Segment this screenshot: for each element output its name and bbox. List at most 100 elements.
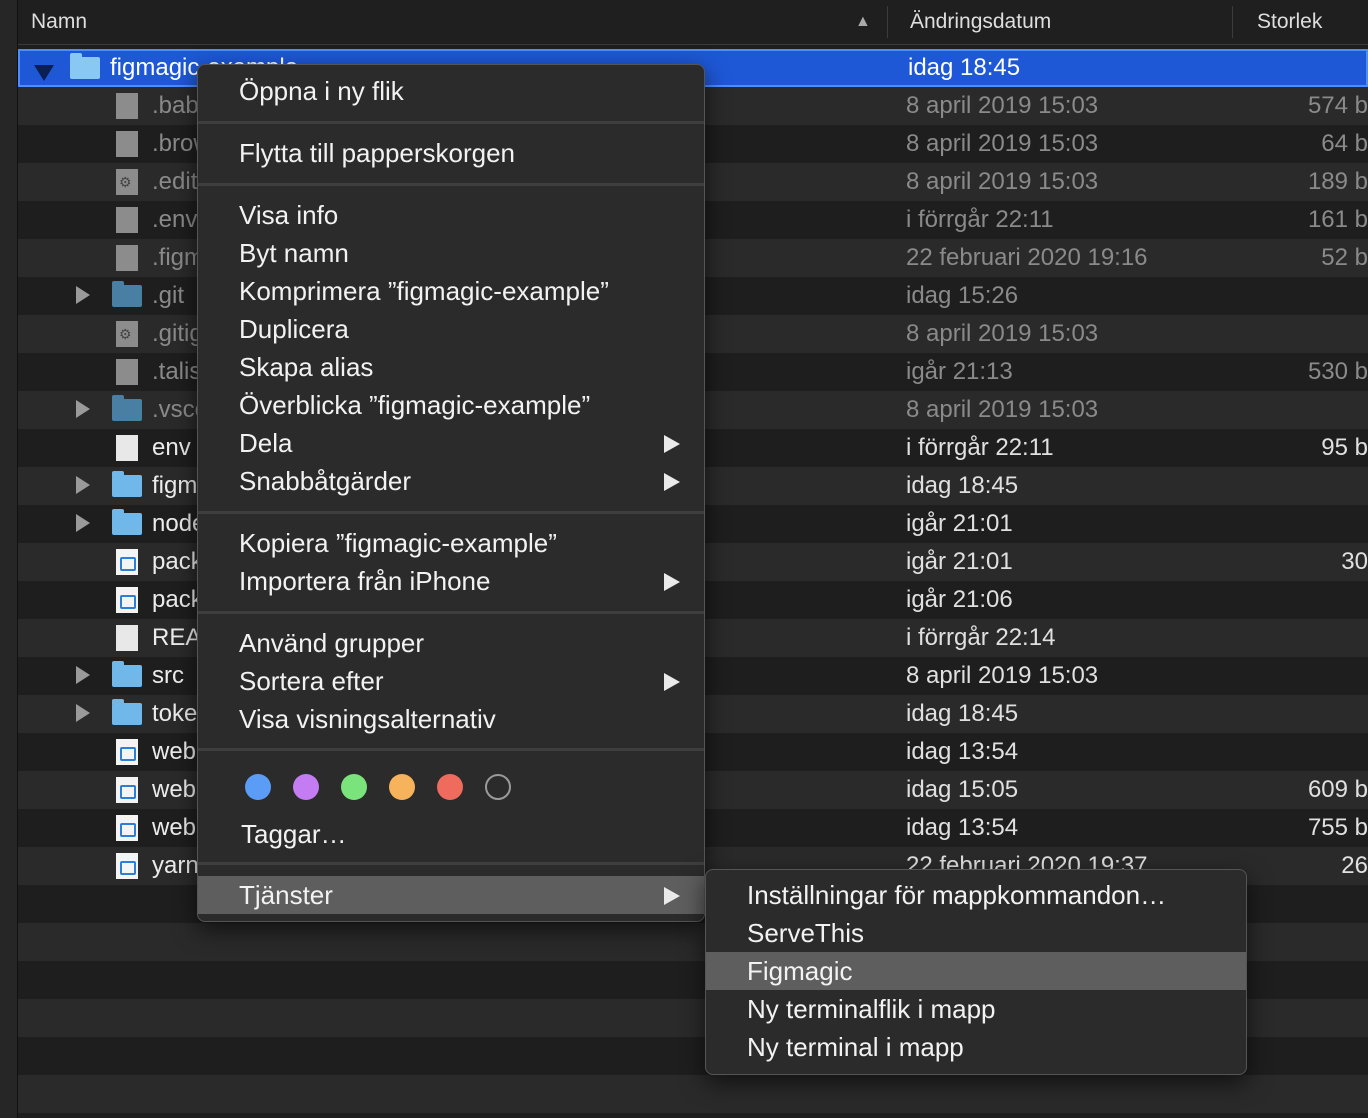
menu-item-use-groups[interactable]: Använd grupper xyxy=(198,624,704,662)
name-column-header[interactable]: Namn xyxy=(31,0,87,44)
menu-item-label: Dela xyxy=(239,428,293,458)
sidebar-edge xyxy=(0,0,18,1118)
vscode-file-icon xyxy=(116,853,138,879)
file-date: i förrgår 22:11 xyxy=(906,434,1054,461)
file-date: idag 18:45 xyxy=(906,700,1019,727)
submenu-arrow-icon xyxy=(664,887,680,905)
file-size: 161 b xyxy=(1307,206,1368,233)
menu-item-label: Byt namn xyxy=(239,238,349,268)
tag-color-icon[interactable] xyxy=(389,774,415,800)
file-date: idag 15:26 xyxy=(906,282,1019,309)
file-date: igår 21:01 xyxy=(906,548,1013,575)
submenu-arrow-icon xyxy=(664,673,680,691)
folder-icon xyxy=(112,509,142,535)
gear-file-icon xyxy=(116,169,138,195)
file-size: 52 b xyxy=(1321,244,1368,271)
menu-item-quick-actions[interactable]: Snabbåtgärder xyxy=(198,462,704,500)
file-date: 8 april 2019 15:03 xyxy=(906,168,1099,195)
sort-ascending-icon[interactable]: ▲ xyxy=(855,0,871,44)
menu-item-label: Figmagic xyxy=(747,956,853,986)
tag-color-icon[interactable] xyxy=(437,774,463,800)
file-size: 26 xyxy=(1341,852,1368,879)
column-divider[interactable] xyxy=(887,6,888,38)
service-folder-actions[interactable]: Inställningar för mappkommandon… xyxy=(706,876,1246,914)
column-divider[interactable] xyxy=(1232,6,1233,38)
file-size xyxy=(1248,695,1368,733)
menu-item-label: Duplicera xyxy=(239,314,349,344)
menu-separator xyxy=(198,121,704,124)
tag-color-icon[interactable] xyxy=(293,774,319,800)
file-date: idag 15:05 xyxy=(906,776,1019,803)
tag-none-icon[interactable] xyxy=(485,774,511,800)
menu-item-copy[interactable]: Kopiera ”figmagic-example” xyxy=(198,524,704,562)
file-size xyxy=(1248,391,1368,429)
submenu-arrow-icon xyxy=(664,473,680,491)
menu-item-label: Ny terminal i mapp xyxy=(747,1032,964,1062)
submenu-arrow-icon xyxy=(664,435,680,453)
disclosure-closed-icon[interactable] xyxy=(76,666,90,684)
file-date: 22 februari 2020 19:16 xyxy=(906,244,1148,271)
vscode-file-icon xyxy=(116,815,138,841)
disclosure-closed-icon[interactable] xyxy=(76,400,90,418)
menu-item-label: Importera från iPhone xyxy=(239,566,491,596)
file-date: 8 april 2019 15:03 xyxy=(906,662,1099,689)
file-size xyxy=(1248,581,1368,619)
menu-item-duplicate[interactable]: Duplicera xyxy=(198,310,704,348)
menu-item-view-options[interactable]: Visa visningsalternativ xyxy=(198,700,704,738)
menu-item-label: Visa info xyxy=(239,200,339,230)
file-icon xyxy=(116,435,138,461)
file-date: 8 april 2019 15:03 xyxy=(906,396,1099,423)
menu-item-label: Överblicka ”figmagic-example” xyxy=(239,390,591,420)
service-figmagic[interactable]: Figmagic xyxy=(706,952,1246,990)
menu-item-open-new-tab[interactable]: Öppna i ny flik xyxy=(198,72,704,110)
service-serve-this[interactable]: ServeThis xyxy=(706,914,1246,952)
file-size xyxy=(1248,315,1368,353)
folder-icon xyxy=(112,471,142,497)
menu-item-label: Tjänster xyxy=(239,880,333,910)
file-date: igår 21:06 xyxy=(906,586,1013,613)
menu-item-label: Skapa alias xyxy=(239,352,374,382)
tag-color-icon[interactable] xyxy=(341,774,367,800)
disclosure-closed-icon[interactable] xyxy=(76,286,90,304)
menu-item-get-info[interactable]: Visa info xyxy=(198,196,704,234)
disclosure-closed-icon[interactable] xyxy=(76,476,90,494)
column-header: Namn ▲ Ändringsdatum Storlek xyxy=(18,0,1368,45)
file-icon xyxy=(116,359,138,385)
file-date: idag 13:54 xyxy=(906,814,1019,841)
file-date: igår 21:01 xyxy=(906,510,1013,537)
menu-item-quick-look[interactable]: Överblicka ”figmagic-example” xyxy=(198,386,704,424)
menu-item-import-iphone[interactable]: Importera från iPhone xyxy=(198,562,704,600)
disclosure-closed-icon[interactable] xyxy=(76,704,90,722)
menu-item-share[interactable]: Dela xyxy=(198,424,704,462)
menu-item-compress[interactable]: Komprimera ”figmagic-example” xyxy=(198,272,704,310)
menu-item-label: Använd grupper xyxy=(239,628,425,658)
disclosure-open-icon[interactable] xyxy=(34,65,54,81)
service-new-terminal-tab[interactable]: Ny terminalflik i mapp xyxy=(706,990,1246,1028)
disclosure-closed-icon[interactable] xyxy=(76,514,90,532)
menu-item-sort-by[interactable]: Sortera efter xyxy=(198,662,704,700)
menu-item-move-to-trash[interactable]: Flytta till papperskorgen xyxy=(198,134,704,172)
menu-item-tags[interactable]: Taggar… xyxy=(198,815,704,853)
file-date: idag 13:54 xyxy=(906,738,1019,765)
tag-color-icon[interactable] xyxy=(245,774,271,800)
submenu-arrow-icon xyxy=(664,573,680,591)
service-new-terminal[interactable]: Ny terminal i mapp xyxy=(706,1028,1246,1066)
size-column-header[interactable]: Storlek xyxy=(1257,0,1322,44)
folder-icon xyxy=(70,53,100,79)
menu-item-rename[interactable]: Byt namn xyxy=(198,234,704,272)
file-size xyxy=(1248,467,1368,505)
date-column-header[interactable]: Ändringsdatum xyxy=(910,0,1051,44)
vscode-file-icon xyxy=(116,549,138,575)
file-size xyxy=(1248,505,1368,543)
menu-item-make-alias[interactable]: Skapa alias xyxy=(198,348,704,386)
menu-item-label: Komprimera ”figmagic-example” xyxy=(239,276,609,306)
file-icon xyxy=(116,131,138,157)
menu-separator xyxy=(198,862,704,865)
file-size: 609 b xyxy=(1307,776,1368,803)
folder-icon xyxy=(112,281,142,307)
file-date: i förrgår 22:11 xyxy=(906,206,1054,233)
menu-separator xyxy=(198,183,704,186)
menu-item-label: Visa visningsalternativ xyxy=(239,704,496,734)
menu-item-services[interactable]: Tjänster xyxy=(198,876,704,914)
menu-item-label: Öppna i ny flik xyxy=(239,76,404,106)
